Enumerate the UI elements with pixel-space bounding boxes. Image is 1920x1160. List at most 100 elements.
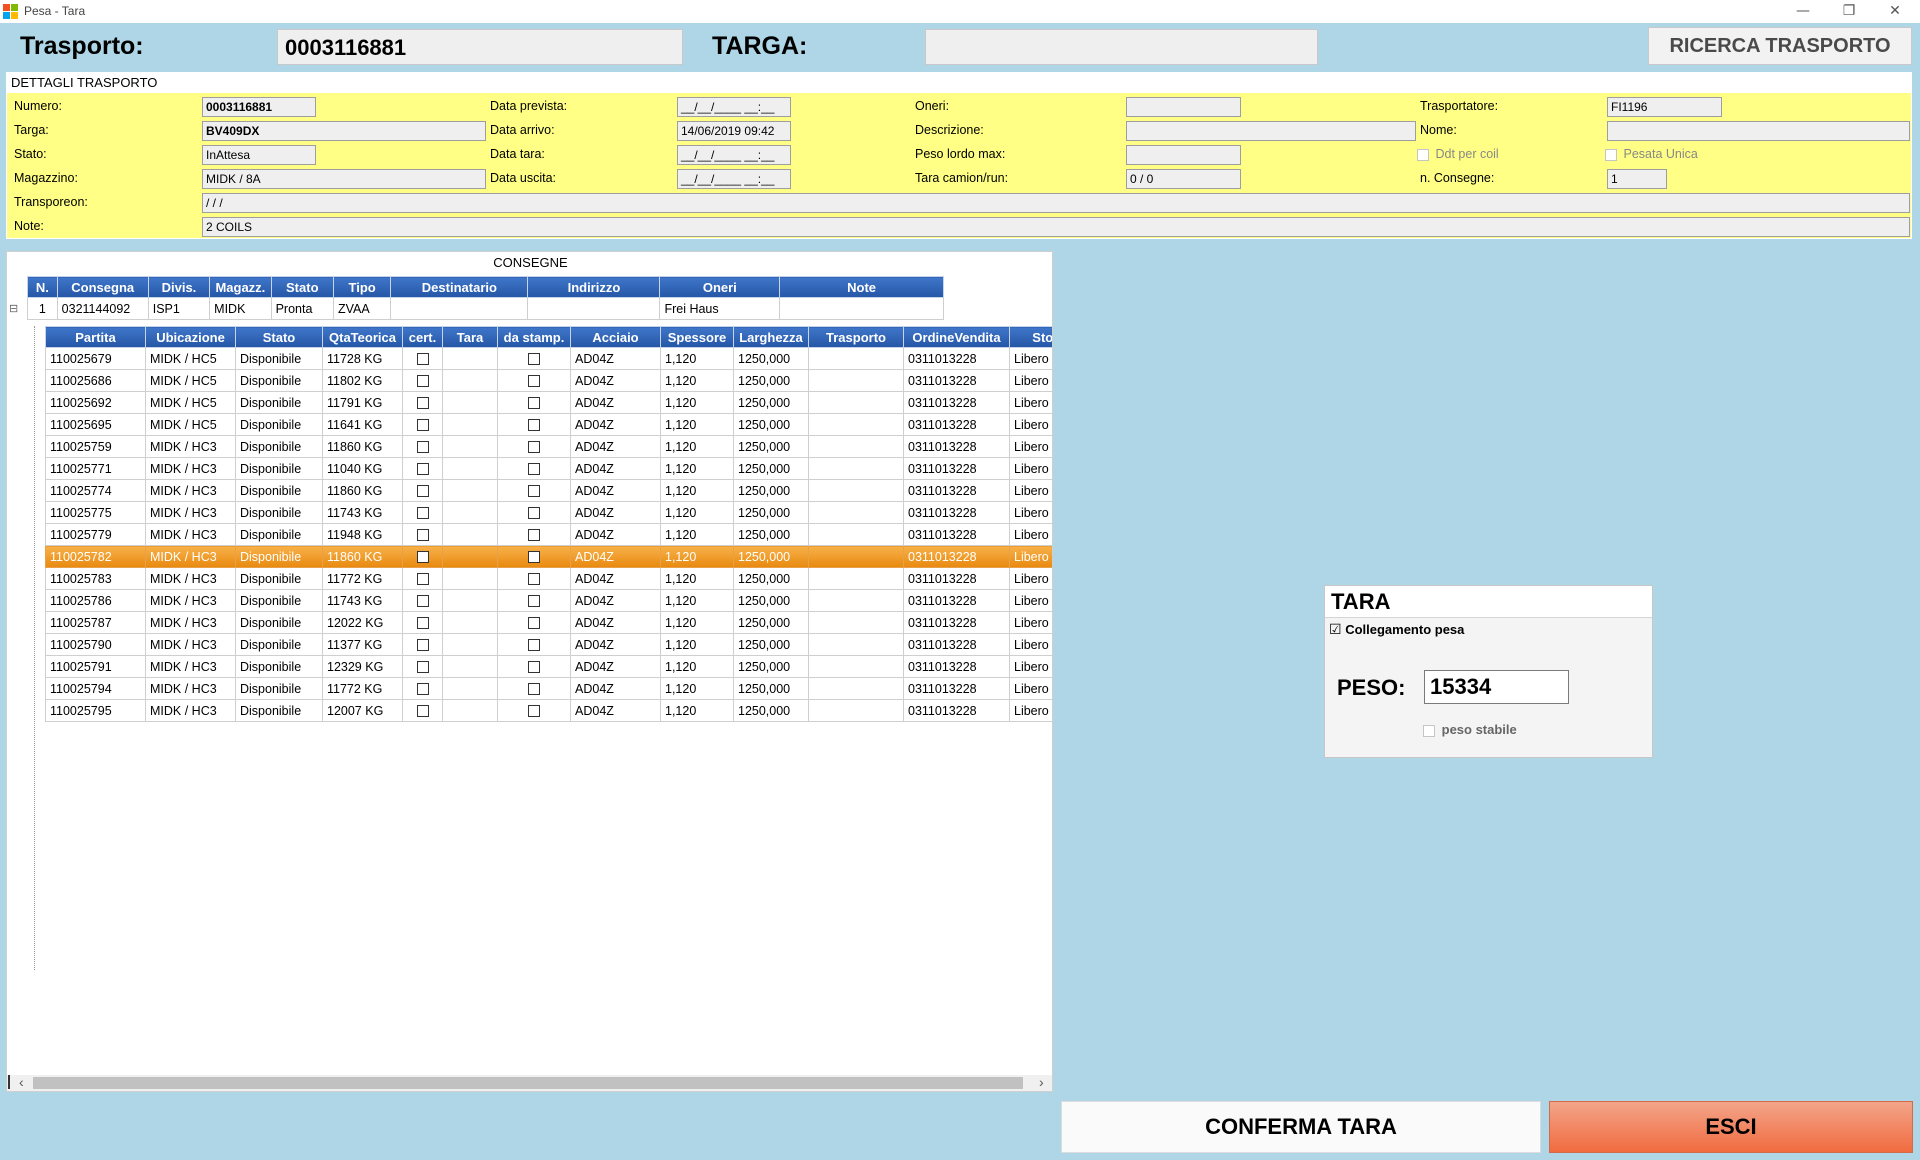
consegne-col-divis[interactable]: Divis. [147,276,211,298]
partita-row[interactable]: 110025679 MIDK / HC5 Disponibile 11728 KG AD… [45,347,1052,370]
da-stamp-checkbox[interactable] [497,611,571,634]
cert-checkbox[interactable] [402,435,443,458]
data-arrivo-field[interactable]: 14/06/2019 09:42 [677,121,791,141]
close-button[interactable]: ✕ [1872,0,1918,23]
esci-button[interactable]: ESCI [1549,1101,1913,1153]
da-stamp-checkbox[interactable] [497,545,571,568]
cert-checkbox[interactable] [402,699,443,722]
cert-checkbox[interactable] [402,567,443,590]
partita-row[interactable]: 110025775 MIDK / HC3 Disponibile 11743 KG AD… [45,501,1052,524]
peso-stabile-checkbox[interactable]: peso stabile [1423,722,1517,737]
partite-col-tara[interactable]: Tara [442,326,498,348]
cert-checkbox[interactable] [402,633,443,656]
targa-input[interactable] [925,29,1318,65]
partite-col-ordinevendita[interactable]: OrdineVendita [903,326,1010,348]
partite-col-da-stamp[interactable]: da stamp. [497,326,571,348]
magazzino-field[interactable]: MIDK / 8A [202,169,486,189]
data-tara-field[interactable]: __/__/____ __:__ [677,145,791,165]
partite-col-cert[interactable]: cert. [402,326,443,348]
partita-row[interactable]: 110025692 MIDK / HC5 Disponibile 11791 KG AD… [45,391,1052,414]
cert-checkbox[interactable] [402,413,443,436]
collapse-icon[interactable]: ⊟ [9,302,18,315]
partite-col-ubicazione[interactable]: Ubicazione [145,326,236,348]
cert-checkbox[interactable] [402,457,443,480]
scroll-left-icon[interactable]: ‹ [19,1074,24,1090]
peso-input[interactable]: 15334 [1424,670,1569,704]
pesata-unica-checkbox[interactable]: Pesata Unica [1605,147,1698,161]
oneri-field[interactable] [1126,97,1241,117]
note-field[interactable]: 2 COILS [202,217,1910,237]
consegne-col-note[interactable]: Note [779,276,944,298]
cert-checkbox[interactable] [402,501,443,524]
partite-col-qtateorica[interactable]: QtaTeorica [322,326,403,348]
cert-checkbox[interactable] [402,479,443,502]
partite-col-spessore[interactable]: Spessore [660,326,734,348]
da-stamp-checkbox[interactable] [497,501,571,524]
da-stamp-checkbox[interactable] [497,523,571,546]
partite-col-partita[interactable]: Partita [45,326,146,348]
restore-button[interactable]: ❐ [1826,0,1872,23]
partita-row[interactable]: 110025686 MIDK / HC5 Disponibile 11802 KG AD… [45,369,1052,392]
partita-row[interactable]: 110025783 MIDK / HC3 Disponibile 11772 KG AD… [45,567,1052,590]
cert-checkbox[interactable] [402,589,443,612]
cert-checkbox[interactable] [402,347,443,370]
trasportatore-field[interactable]: FI1196 [1607,97,1722,117]
data-prevista-field[interactable]: __/__/____ __:__ [677,97,791,117]
cert-checkbox[interactable] [402,523,443,546]
partita-row[interactable]: 110025790 MIDK / HC3 Disponibile 11377 KG AD… [45,633,1052,656]
cert-checkbox[interactable] [402,655,443,678]
peso-lordo-field[interactable] [1126,145,1241,165]
partite-col-larghezza[interactable]: Larghezza [733,326,809,348]
consegne-col-stato[interactable]: Stato [270,276,334,298]
numero-field[interactable]: 0003116881 [202,97,316,117]
cert-checkbox[interactable] [402,677,443,700]
da-stamp-checkbox[interactable] [497,435,571,458]
partite-col-acciaio[interactable]: Acciaio [570,326,661,348]
da-stamp-checkbox[interactable] [497,677,571,700]
trasporto-input[interactable]: 0003116881 [277,29,683,65]
transporeon-field[interactable]: / / / [202,193,1910,213]
da-stamp-checkbox[interactable] [497,347,571,370]
partite-col-trasporto[interactable]: Trasporto [808,326,904,348]
cert-checkbox[interactable] [402,391,443,414]
collegamento-pesa-checkbox[interactable]: ☑ Collegamento pesa [1329,622,1464,638]
consegne-col-destinatario[interactable]: Destinatario [390,276,529,298]
da-stamp-checkbox[interactable] [497,589,571,612]
partita-row[interactable]: 110025791 MIDK / HC3 Disponibile 12329 KG AD… [45,655,1052,678]
cert-checkbox[interactable] [402,545,443,568]
partita-row[interactable]: 110025795 MIDK / HC3 Disponibile 12007 KG AD… [45,699,1052,722]
consegne-col-indirizzo[interactable]: Indirizzo [527,276,661,298]
partita-row[interactable]: 110025779 MIDK / HC3 Disponibile 11948 KG AD… [45,523,1052,546]
da-stamp-checkbox[interactable] [497,567,571,590]
partita-row[interactable]: 110025759 MIDK / HC3 Disponibile 11860 KG AD… [45,435,1052,458]
da-stamp-checkbox[interactable] [497,369,571,392]
partita-row[interactable]: 110025771 MIDK / HC3 Disponibile 11040 KG AD… [45,457,1052,480]
scroll-thumb[interactable] [33,1077,1023,1089]
consegne-col-oneri[interactable]: Oneri [659,276,781,298]
consegne-col-magazz[interactable]: Magazz. [209,276,272,298]
horizontal-scrollbar[interactable]: ‹ › [7,1074,1052,1091]
da-stamp-checkbox[interactable] [497,479,571,502]
cert-checkbox[interactable] [402,611,443,634]
ricerca-trasporto-button[interactable]: RICERCA TRASPORTO [1648,27,1912,65]
da-stamp-checkbox[interactable] [497,655,571,678]
partita-row[interactable]: 110025794 MIDK / HC3 Disponibile 11772 KG AD… [45,677,1052,700]
cert-checkbox[interactable] [402,369,443,392]
partite-col-stato[interactable]: Stato [235,326,323,348]
da-stamp-checkbox[interactable] [497,699,571,722]
consegne-col-consegna[interactable]: Consegna [56,276,149,298]
scroll-right-icon[interactable]: › [1039,1074,1044,1090]
consegna-row[interactable]: 1 0321144092 ISP1 MIDK Pronta ZVAA Frei … [27,297,944,320]
tara-camion-field[interactable]: 0 / 0 [1126,169,1241,189]
partita-row[interactable]: 110025774 MIDK / HC3 Disponibile 11860 KG AD… [45,479,1052,502]
da-stamp-checkbox[interactable] [497,457,571,480]
partita-row[interactable]: 110025787 MIDK / HC3 Disponibile 12022 KG AD… [45,611,1052,634]
stato-field[interactable]: InAttesa [202,145,316,165]
da-stamp-checkbox[interactable] [497,413,571,436]
minimize-button[interactable]: — [1780,0,1826,23]
partita-row[interactable]: 110025786 MIDK / HC3 Disponibile 11743 KG AD… [45,589,1052,612]
ddt-per-coil-checkbox[interactable]: Ddt per coil [1417,147,1499,161]
partite-col-stock[interactable]: Stock [1009,326,1052,348]
consegne-col-tipo[interactable]: Tipo [332,276,392,298]
nome-field[interactable] [1607,121,1910,141]
